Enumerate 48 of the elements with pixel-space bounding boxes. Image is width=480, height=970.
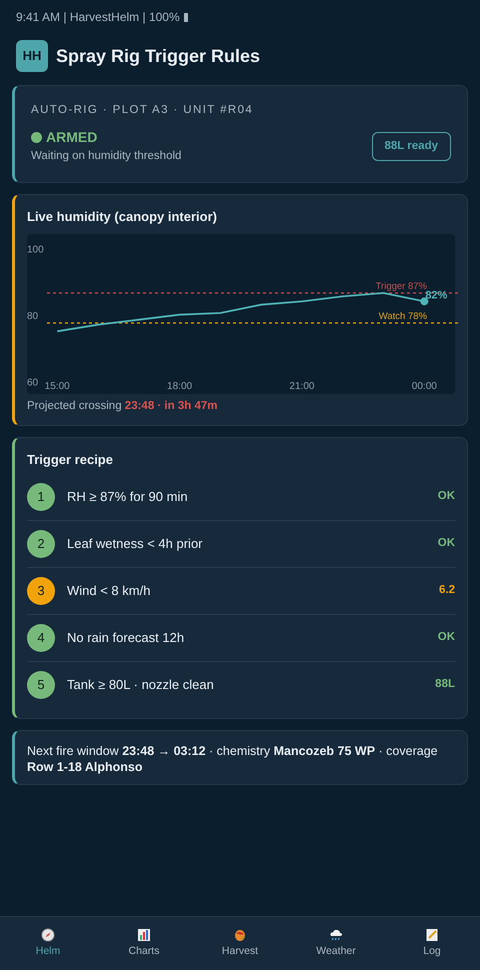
nav-tab[interactable]: Log: [384, 917, 480, 970]
threshold-label: Trigger 87%: [376, 281, 427, 292]
step-number: 3: [27, 576, 55, 605]
axis-label: 80: [27, 311, 38, 322]
page-title: Spray Rig Trigger Rules: [56, 44, 260, 68]
step-number: 4: [27, 624, 55, 652]
step-value: OK: [438, 489, 455, 504]
step-number: 2: [27, 530, 55, 558]
rain-cloud-icon: [329, 928, 343, 942]
axis-label: 100: [27, 244, 44, 256]
axis-label: 18:00: [167, 381, 192, 392]
fruit-icon: [233, 928, 247, 942]
step-label: Wind < 8 km/h: [67, 582, 150, 600]
status-text: 9:41 AM | HarvestHelm | 100%: [16, 9, 180, 26]
axis-label: 15:00: [44, 381, 70, 392]
axis-label: 60: [27, 378, 38, 389]
step-label: Tank ≥ 80L · nozzle clean: [67, 676, 214, 694]
card-title: Live humidity (canopy interior): [27, 208, 218, 226]
step-number: 1: [27, 482, 55, 511]
step-value: 6.2: [439, 583, 455, 598]
step-value: 88L: [435, 677, 455, 692]
battery-icon: [184, 12, 188, 22]
projection-text: Projected crossing 23:48 · in 3h 47m: [27, 399, 218, 414]
nav-tab[interactable]: Charts: [96, 917, 192, 970]
step-value: OK: [438, 536, 455, 552]
current-value: 82%: [425, 289, 448, 302]
summary-text: Next fire window 23:48 → 03:12 · chemistry Mancozeb 75 WP · coverage Row 1-18 Alphonso: [27, 742, 439, 776]
step-number: 5: [27, 670, 55, 699]
nav-tab[interactable]: Helm: [0, 917, 96, 970]
status-note: Waiting on humidity threshold: [31, 149, 182, 164]
rig-meta: AUTO-RIG · PLOT A3 · UNIT #R04: [31, 103, 254, 118]
nav-tab[interactable]: Harvest: [192, 917, 288, 970]
card-title: Trigger recipe: [27, 451, 114, 470]
nav-tab[interactable]: Weather: [288, 917, 384, 970]
memo-icon: [425, 928, 439, 942]
bar-chart-icon: [137, 928, 151, 942]
step-label: No rain forecast 12h: [67, 629, 184, 647]
step-value: OK: [438, 630, 455, 646]
step-label: RH ≥ 87% for 90 min: [67, 488, 188, 506]
status-label: ARMED: [46, 128, 98, 148]
step-label: Leaf wetness < 4h prior: [67, 535, 202, 553]
current-point: [420, 297, 428, 306]
tank-button[interactable]: 88L ready: [372, 132, 451, 161]
axis-label: 21:00: [289, 381, 314, 392]
compass-icon: [41, 928, 55, 942]
axis-label: 00:00: [412, 381, 437, 392]
threshold-label: Watch 78%: [378, 311, 427, 322]
logo: HH: [16, 40, 48, 72]
